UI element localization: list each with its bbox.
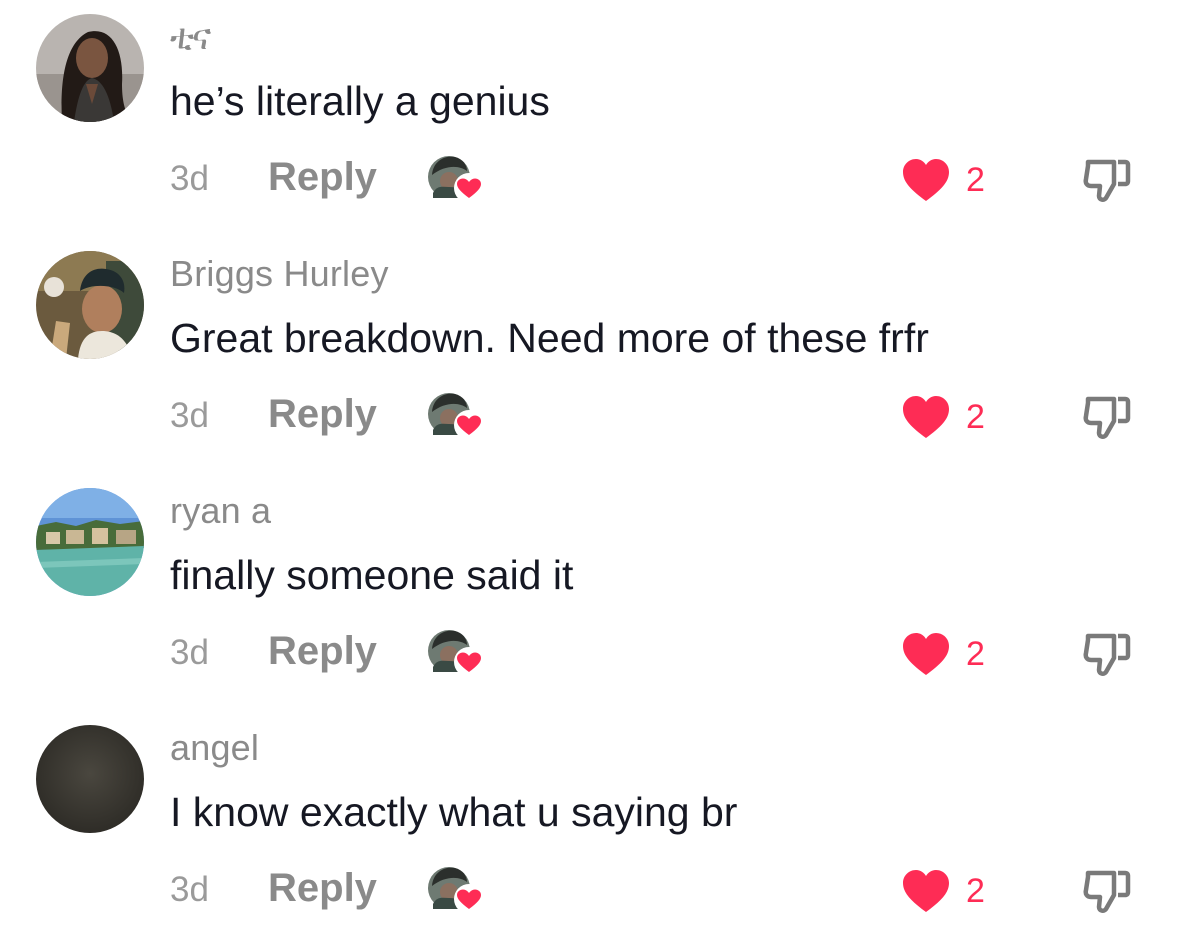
dislike-button[interactable]	[1080, 865, 1134, 919]
avatar[interactable]	[36, 14, 144, 122]
avatar[interactable]	[36, 488, 144, 596]
dislike-button[interactable]	[1080, 628, 1134, 682]
comment-item: ቲና he’s literally a genius 3d Reply 2	[0, 0, 1179, 236]
avatar[interactable]	[36, 251, 144, 359]
comment-timestamp: 3d	[170, 633, 209, 672]
avatar[interactable]	[36, 725, 144, 833]
like-button[interactable]: 2	[902, 393, 985, 441]
comment-username[interactable]: angel	[170, 727, 259, 769]
dislike-button[interactable]	[1080, 391, 1134, 445]
creator-liked-icon	[427, 864, 485, 916]
heart-icon	[903, 633, 949, 675]
thumbs-down-icon	[1083, 396, 1131, 439]
thumbs-down-icon	[1083, 159, 1131, 202]
reply-button[interactable]: Reply	[268, 155, 377, 200]
comment-item: Briggs Hurley Great breakdown. Need more…	[0, 237, 1179, 473]
dislike-button[interactable]	[1080, 154, 1134, 208]
comment-text: he’s literally a genius	[170, 78, 550, 124]
comment-timestamp: 3d	[170, 870, 209, 909]
like-count: 2	[966, 160, 985, 199]
creator-liked-icon	[427, 390, 485, 442]
comment-item: ryan a finally someone said it 3d Reply …	[0, 474, 1179, 710]
heart-icon	[903, 396, 949, 438]
like-button[interactable]: 2	[902, 867, 985, 915]
like-count: 2	[966, 871, 985, 910]
creator-liked-icon	[427, 627, 485, 679]
heart-icon	[903, 159, 949, 201]
heart-icon	[903, 870, 949, 912]
reply-button[interactable]: Reply	[268, 866, 377, 911]
like-button[interactable]: 2	[902, 156, 985, 204]
like-count: 2	[966, 634, 985, 673]
creator-liked-icon	[427, 153, 485, 205]
thumbs-down-icon	[1083, 870, 1131, 913]
comment-username[interactable]: ryan a	[170, 490, 271, 532]
comment-text: I know exactly what u saying br	[170, 789, 738, 835]
comment-text: finally someone said it	[170, 552, 574, 598]
comment-timestamp: 3d	[170, 396, 209, 435]
comment-username[interactable]: Briggs Hurley	[170, 253, 389, 295]
comment-timestamp: 3d	[170, 159, 209, 198]
comment-text: Great breakdown. Need more of these frfr	[170, 315, 929, 361]
like-count: 2	[966, 397, 985, 436]
comment-item: angel I know exactly what u saying br 3d…	[0, 711, 1179, 947]
reply-button[interactable]: Reply	[268, 629, 377, 674]
reply-button[interactable]: Reply	[268, 392, 377, 437]
like-button[interactable]: 2	[902, 630, 985, 678]
thumbs-down-icon	[1083, 633, 1131, 676]
comment-username[interactable]: ቲና	[170, 16, 211, 59]
